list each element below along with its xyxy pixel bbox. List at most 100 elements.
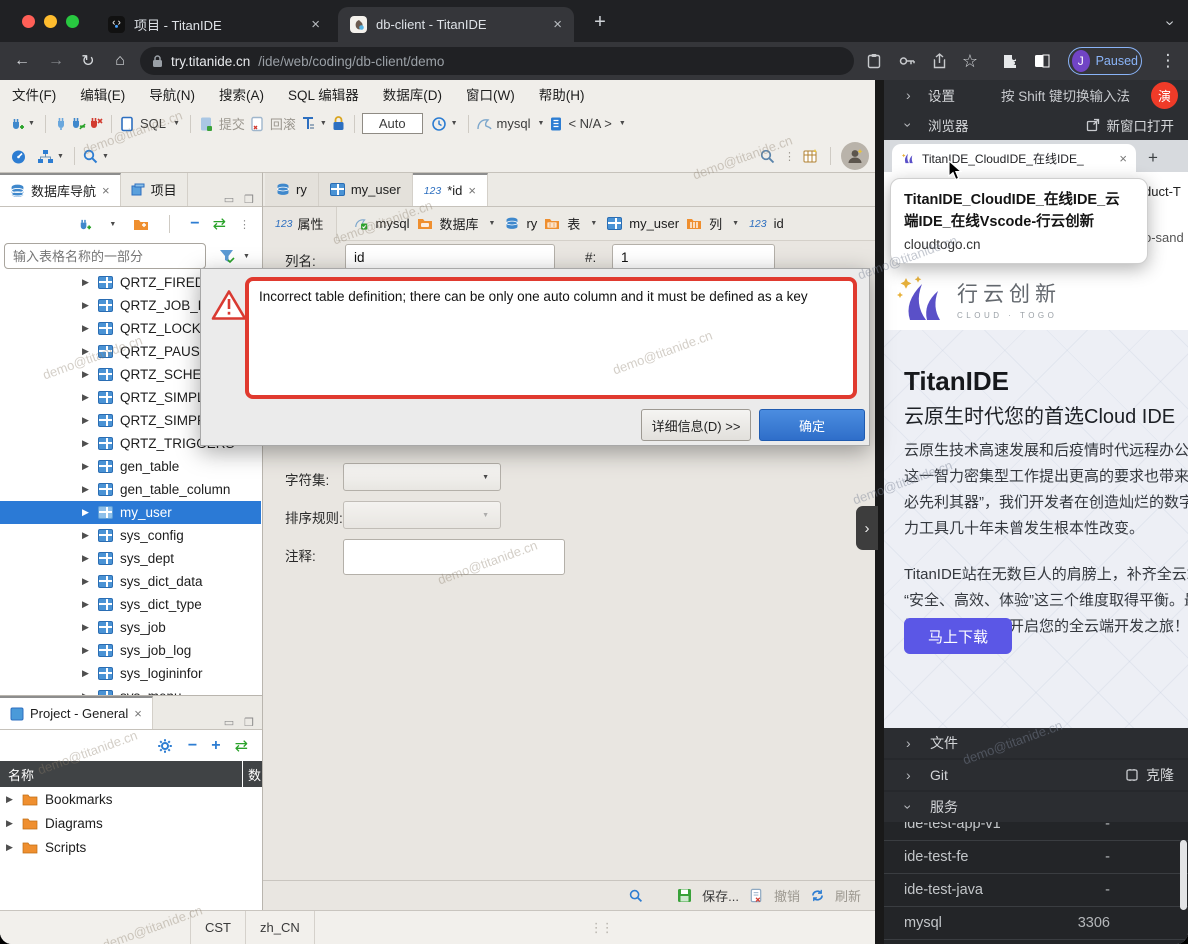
expand-arrow-icon[interactable]: ▶ [6,818,15,829]
data-column-header[interactable]: 数 [243,765,262,784]
service-row[interactable]: mysql 3306 [884,907,1188,940]
mini-new-tab-icon[interactable]: + [1148,148,1158,172]
ok-button[interactable]: 确定 [759,409,865,441]
minimize-panel-icon[interactable]: ▭ [224,193,234,206]
link-editor-icon[interactable]: ⇄ [235,736,248,756]
table-settings-icon[interactable] [803,148,820,165]
demo-badge[interactable]: 演 [1151,82,1178,109]
find-icon[interactable] [759,148,776,165]
expand-arrow-icon[interactable]: ▶ [82,530,91,541]
comment-input[interactable] [343,539,565,575]
transaction-log-icon[interactable] [300,115,317,132]
expand-arrow-icon[interactable]: ▶ [82,323,91,334]
expand-arrow-icon[interactable]: ▶ [82,668,91,679]
tab-properties[interactable]: 123 属性 [263,207,337,241]
table-tree-item[interactable]: ▶ sys_dict_data [0,570,261,593]
project-tree-item[interactable]: ▶ Diagrams [0,811,262,835]
browser-tab-project[interactable]: 项目 - TitanIDE × [96,7,332,42]
column-name-input[interactable] [345,244,555,270]
sql-caret-icon[interactable]: ▼ [173,120,180,127]
tab-table-my-user[interactable]: my_user [319,173,413,206]
table-tree-item[interactable]: ▶ sys_logininfor [0,662,261,685]
tab-close-icon[interactable]: × [311,16,320,33]
download-button[interactable]: 马上下载 [904,618,1012,654]
expand-arrow-icon[interactable]: ▶ [82,438,91,449]
columns-caret-icon[interactable]: ▼ [732,220,739,227]
new-folder-icon[interactable] [132,216,149,233]
table-filter-input[interactable] [4,243,206,269]
user-avatar[interactable] [841,142,869,170]
tables-caret-icon[interactable]: ▼ [590,220,597,227]
breadcrumb-database[interactable]: ry [526,216,537,231]
share-icon[interactable] [927,49,951,73]
menu-item[interactable]: SQL 编辑器 [288,84,359,104]
reconnect-icon[interactable] [70,115,87,132]
menu-item[interactable]: 导航(N) [149,84,195,104]
services-section-row[interactable]: › 服务 [884,792,1188,822]
search-caret-icon[interactable]: ▼ [102,153,109,160]
expand-arrow-icon[interactable]: ▶ [82,369,91,380]
browser-tab-db-client[interactable]: db-client - TitanIDE × [338,7,574,42]
table-tree-item[interactable]: ▶ my_user [0,501,261,524]
expand-arrow-icon[interactable]: ▶ [82,392,91,403]
side-panel-icon[interactable] [1030,49,1054,73]
expand-all-icon[interactable]: + [211,737,220,755]
menu-item[interactable]: 搜索(A) [219,84,264,104]
rollback-icon[interactable] [249,115,266,132]
expand-arrow-icon[interactable]: ▶ [82,415,91,426]
menu-item[interactable]: 帮助(H) [539,84,585,104]
tab-search-chevron-icon[interactable]: › [1158,11,1182,35]
undo-button[interactable]: 撤销 [774,886,800,905]
address-bar[interactable]: try.titanide.cn/ide/web/coding/db-client… [140,47,854,75]
expand-arrow-icon[interactable]: ▶ [6,794,15,805]
tab-projects[interactable]: 项目 [121,173,188,206]
new-connection-caret-icon[interactable]: ▼ [109,221,116,228]
expand-arrow-icon[interactable]: ▶ [82,277,91,288]
breadcrumb-columns[interactable]: 列 [709,214,722,233]
password-key-icon[interactable] [895,49,919,73]
window-minimize-button[interactable] [44,15,57,28]
mini-tab-close-icon[interactable]: × [1119,151,1127,166]
bookmark-star-icon[interactable]: ☆ [958,49,982,73]
table-tree-item[interactable]: ▶ sys_dept [0,547,261,570]
clipboard-icon[interactable] [862,49,886,73]
new-connection-icon[interactable] [8,115,25,132]
tab-close-icon[interactable]: × [468,183,476,198]
breadcrumb-tables[interactable]: 表 [567,214,580,233]
menu-item[interactable]: 窗口(W) [466,84,515,104]
lock-toolbar-icon[interactable] [330,115,347,132]
breadcrumb-catalog[interactable]: 数据库 [440,214,479,233]
driver-caret-icon[interactable]: ▼ [538,120,545,127]
commit-button[interactable]: 提交 [219,114,245,133]
tab-project-general[interactable]: Project - General × [0,696,153,729]
expand-arrow-icon[interactable]: ▶ [82,576,91,587]
tab-close-icon[interactable]: × [553,16,562,33]
files-section-row[interactable]: › 文件 [884,728,1188,758]
expand-arrow-icon[interactable]: ▶ [82,346,91,357]
window-maximize-button[interactable] [66,15,79,28]
commit-mode-select[interactable]: Auto [362,113,423,134]
tab-close-icon[interactable]: × [134,706,142,721]
schema-caret-icon[interactable]: ▼ [619,120,626,127]
settings-section-row[interactable]: › 设置 按 Shift 键切换输入法 演 [884,80,1188,110]
sql-button[interactable]: SQL [140,116,166,131]
expand-arrow-icon[interactable]: ▶ [82,599,91,610]
project-tree-item[interactable]: ▶ Scripts [0,835,262,859]
extensions-puzzle-icon[interactable] [998,49,1022,73]
refresh-button[interactable]: 刷新 [835,886,861,905]
expand-arrow-icon[interactable]: ▶ [82,622,91,633]
breadcrumb-driver[interactable]: mysql [376,216,410,231]
service-row[interactable]: ide-test-fe - [884,841,1188,874]
reload-button[interactable]: ↻ [76,49,100,73]
collapse-all-icon[interactable]: − [188,737,197,755]
table-tree-item[interactable]: ▶ sys_job [0,616,261,639]
save-button[interactable]: 保存... [702,886,739,905]
history-icon[interactable] [431,115,448,132]
table-tree-item[interactable]: ▶ sys_menu [0,685,261,695]
breadcrumb-column[interactable]: id [774,216,784,231]
tab-column-id[interactable]: 123 *id × [413,173,488,206]
filter-caret-icon[interactable]: ▼ [243,253,250,260]
menu-item[interactable]: 文件(F) [12,84,56,104]
expand-arrow-icon[interactable]: ▶ [82,507,91,518]
mini-browser-tab[interactable]: TitanIDE_CloudIDE_在线IDE_ × [892,144,1136,172]
